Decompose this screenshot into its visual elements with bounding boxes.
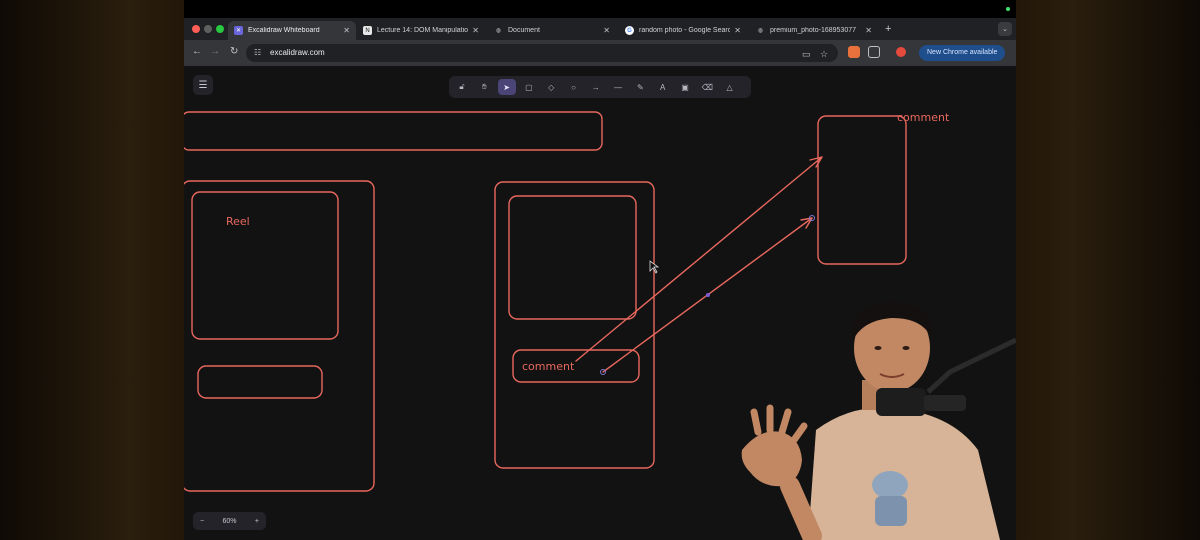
- eraser-icon[interactable]: ⌫: [698, 79, 716, 95]
- shirt-print-icon: [872, 471, 908, 526]
- reel-box: [191, 191, 339, 340]
- minimize-window-button[interactable]: [204, 25, 212, 33]
- zoom-out-button[interactable]: −: [200, 518, 204, 525]
- new-tab-button[interactable]: +: [885, 23, 891, 35]
- google-icon: G: [625, 26, 634, 35]
- arrow-icon[interactable]: →: [587, 79, 605, 95]
- lock-icon[interactable]: 🔓︎: [453, 79, 471, 95]
- tab-document[interactable]: ◍ Document ✕: [488, 21, 616, 40]
- url-text[interactable]: excalidraw.com: [270, 47, 325, 59]
- forward-icon[interactable]: →: [210, 46, 220, 57]
- globe-icon: ◍: [757, 28, 764, 34]
- profile-avatar[interactable]: [896, 47, 906, 57]
- zoom-in-button[interactable]: +: [255, 518, 259, 525]
- text-icon[interactable]: A: [654, 79, 672, 95]
- omnibox[interactable]: ☷ excalidraw.com ▭ ☆: [246, 44, 838, 62]
- line-icon[interactable]: —: [609, 79, 627, 95]
- address-bar: ← → ↻ ☷ excalidraw.com ▭ ☆ New Chrome av…: [184, 40, 1016, 66]
- bookmark-star-icon[interactable]: ☆: [820, 49, 828, 60]
- left-small-box: [197, 365, 323, 399]
- left-phone-frame: [184, 180, 375, 492]
- comment-panel-box: [817, 115, 907, 265]
- new-chrome-available-button[interactable]: New Chrome available: [919, 45, 1006, 61]
- ellipse-icon[interactable]: ○: [564, 79, 582, 95]
- screen-top-strip: [184, 0, 1016, 18]
- notion-icon: N: [363, 26, 372, 35]
- main-menu-button[interactable]: ☰: [193, 75, 213, 95]
- center-media-box: [508, 195, 637, 320]
- pencil-icon[interactable]: ✎: [631, 79, 649, 95]
- presenter-video-overlay: [741, 302, 1016, 540]
- reload-icon[interactable]: ↻: [230, 46, 238, 57]
- close-tab-icon[interactable]: ✕: [734, 26, 741, 35]
- extensions-puzzle-icon[interactable]: [868, 46, 880, 58]
- image-icon[interactable]: ▣: [676, 79, 694, 95]
- tab-bar: ✕ Excalidraw Whiteboard ✕ N Lecture 14: …: [184, 18, 1016, 40]
- extension-icon[interactable]: [848, 46, 860, 58]
- hand-icon[interactable]: ✋︎: [475, 79, 493, 95]
- microphone: [876, 388, 926, 416]
- reel-label: Reel: [226, 215, 250, 228]
- close-window-button[interactable]: [192, 25, 200, 33]
- cast-icon[interactable]: ▭: [802, 49, 811, 60]
- close-tab-icon[interactable]: ✕: [865, 26, 872, 35]
- close-tab-icon[interactable]: ✕: [472, 26, 479, 35]
- selection-icon[interactable]: ➤: [497, 79, 516, 95]
- tab-premium-photo[interactable]: ◍ premium_photo-168953077 ✕: [750, 21, 878, 40]
- excalidraw-toolbar: 🔓︎ ✋︎ ➤ ▢ ◇ ○ → — ✎ A ▣ ⌫ △: [449, 76, 751, 98]
- mic-stand: [926, 337, 1016, 394]
- zoom-controls: − 60% +: [193, 512, 266, 530]
- comment-label-right: comment: [897, 111, 950, 124]
- left-background: [0, 0, 184, 540]
- right-background: [1016, 0, 1200, 540]
- center-phone-frame: [494, 181, 655, 469]
- back-icon[interactable]: ←: [192, 46, 202, 57]
- diamond-icon[interactable]: ◇: [542, 79, 560, 95]
- excalidraw-icon: ✕: [234, 26, 243, 35]
- tab-search-button[interactable]: ⌄: [998, 22, 1012, 36]
- comment-label-left: comment: [522, 360, 575, 373]
- tab-lecture[interactable]: N Lecture 14: DOM Manipulatio ✕: [357, 21, 485, 40]
- rectangle-icon[interactable]: ▢: [520, 79, 538, 95]
- tab-google-search[interactable]: G random photo - Google Searc ✕: [619, 21, 747, 40]
- maximize-window-button[interactable]: [216, 25, 224, 33]
- arrow-midpoint-handle: [706, 293, 710, 297]
- globe-icon: ◍: [495, 28, 502, 34]
- camera-indicator: [1006, 7, 1010, 11]
- site-settings-icon[interactable]: ☷: [254, 48, 264, 58]
- close-tab-icon[interactable]: ✕: [343, 26, 350, 35]
- header-rectangle: [184, 111, 603, 151]
- close-tab-icon[interactable]: ✕: [603, 26, 610, 35]
- tab-excalidraw[interactable]: ✕ Excalidraw Whiteboard ✕: [228, 21, 356, 40]
- library-icon[interactable]: △: [721, 79, 739, 95]
- zoom-level[interactable]: 60%: [222, 518, 236, 525]
